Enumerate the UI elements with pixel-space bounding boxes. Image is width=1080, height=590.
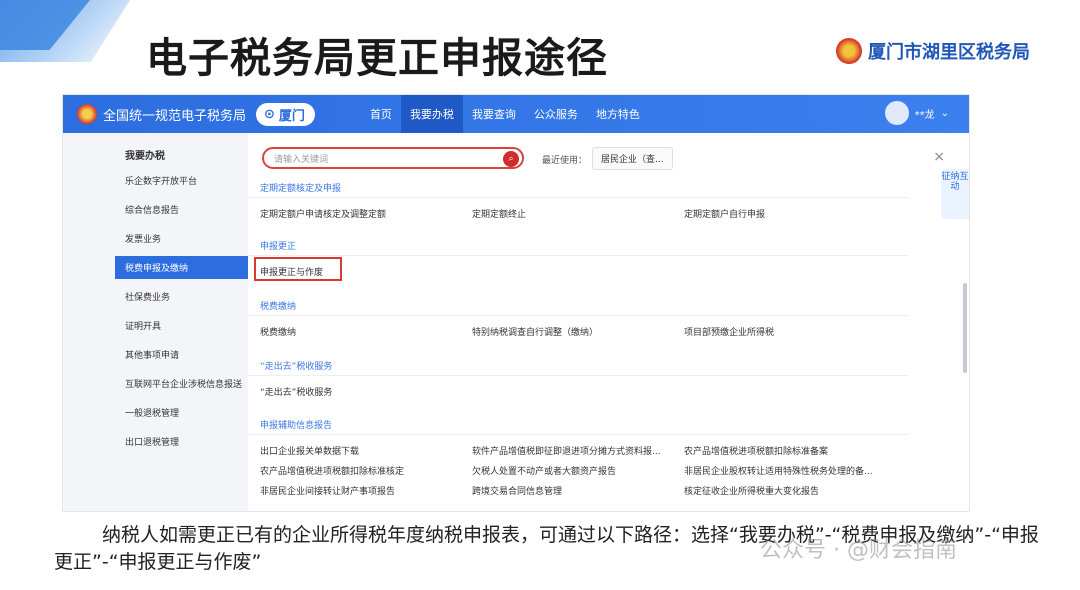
service-link[interactable]: 软件产品增值税即征即退进项分摊方式资料报... [472,444,661,457]
divider [248,197,908,198]
section-header: 税费缴纳 [260,302,297,312]
service-panel: 请输入关键词 ⌕ 最近使用： 居民企业（查... × 征纳互动 定期定额核定及申… [248,133,969,511]
sidebar-item-declare-pay[interactable]: 税费申报及缴纳 [115,256,248,279]
nav-public-service[interactable]: 公众服务 [525,95,587,133]
section-header: 申报更正 [260,242,297,252]
avatar [884,101,909,125]
sidebar-item-invoice[interactable]: 发票业务 [115,227,248,250]
service-link[interactable]: 农产品增值税进项税额扣除标准备案 [684,444,828,457]
divider [248,375,908,376]
chevron-down-icon: ⌄ [940,107,949,119]
watermark: 公众号 · @财会指南 [760,538,957,563]
service-link[interactable]: “走出去”税收服务 [260,385,332,398]
close-icon[interactable]: × [933,149,945,165]
service-link[interactable]: 特别纳税调查自行调整（缴纳） [472,325,598,338]
portal-header: 全国统一规范电子税务局 ⊙ 厦门 首页 我要办税 我要查询 公众服务 地方特色 … [63,95,969,133]
service-link[interactable]: 定期定额户申请核定及调整定额 [260,207,386,220]
service-link[interactable]: 非居民企业股权转让适用特殊性税务处理的备... [684,464,873,477]
recent-label: 最近使用： [542,156,588,166]
service-link[interactable]: 出口企业报关单数据下载 [260,444,359,457]
service-link[interactable]: 欠税人处置不动产或者大额资产报告 [472,464,616,477]
main-nav: 首页 我要办税 我要查询 公众服务 地方特色 [361,95,649,133]
user-menu[interactable]: **龙 ⌄ [884,101,949,125]
portal-logo[interactable]: 全国统一规范电子税务局 [77,104,246,124]
divider [248,434,908,435]
service-link[interactable]: 税费缴纳 [260,325,296,338]
sidebar-item-platform[interactable]: 互联网平台企业涉税信息报送 [115,372,248,395]
tax-emblem-icon [77,104,97,124]
sidebar-item-lejie[interactable]: 乐企数字开放平台 [115,169,248,192]
service-link[interactable]: 核定征收企业所得税重大变化报告 [684,484,819,497]
search-placeholder: 请输入关键词 [274,154,329,165]
city-selector[interactable]: ⊙ 厦门 [256,102,315,126]
city-label: 厦门 [278,108,305,124]
scrollbar[interactable] [963,283,967,373]
location-pin-icon: ⊙ [264,106,275,122]
portal-name: 全国统一规范电子税务局 [103,108,247,124]
service-link[interactable]: 定期定额终止 [472,207,526,220]
nav-home[interactable]: 首页 [361,95,401,133]
section-header: 定期定额核定及申报 [260,184,342,194]
service-link[interactable]: 项目部预缴企业所得税 [684,325,774,338]
search-input[interactable]: 请输入关键词 ⌕ [262,147,524,169]
sidebar-header: 我要办税 [125,151,165,162]
service-link[interactable]: 跨境交易合同信息管理 [472,484,562,497]
user-name: **龙 [914,109,935,121]
sidebar-item-certificate[interactable]: 证明开具 [115,314,248,337]
nav-do-tax[interactable]: 我要办税 [400,95,463,133]
sidebar-item-report[interactable]: 综合信息报告 [115,198,248,221]
divider [248,255,908,256]
nav-query[interactable]: 我要查询 [463,95,525,133]
sidebar: 我要办税 乐企数字开放平台 综合信息报告 发票业务 税费申报及缴纳 社保费业务 … [63,133,248,511]
section-header: “走出去”税收服务 [260,362,333,372]
brand-label: 厦门市湖里区税务局 [868,42,1030,63]
brand: 厦门市湖里区税务局 [836,38,1030,64]
service-link[interactable]: 农产品增值税进项税额扣除标准核定 [260,464,404,477]
slide-title: 电子税务局更正申报途径 [146,34,608,82]
nav-local-feature[interactable]: 地方特色 [587,95,649,133]
sidebar-item-refund[interactable]: 一般退税管理 [115,401,248,424]
service-link[interactable]: 定期定额户自行申报 [684,207,765,220]
portal-screenshot: 全国统一规范电子税务局 ⊙ 厦门 首页 我要办税 我要查询 公众服务 地方特色 … [62,94,970,512]
sidebar-item-other[interactable]: 其他事项申请 [115,343,248,366]
mascot-badge[interactable]: 征纳互动 [941,169,969,219]
sidebar-item-social[interactable]: 社保费业务 [115,285,248,308]
recent-item[interactable]: 居民企业（查... [592,147,673,170]
highlight-box [254,257,342,281]
service-link[interactable]: 非居民企业间接转让财产事项报告 [260,484,395,497]
search-icon[interactable]: ⌕ [503,151,519,167]
section-header: 申报辅助信息报告 [260,421,333,431]
divider [248,315,908,316]
tax-emblem-icon [836,38,862,64]
sidebar-item-export-refund[interactable]: 出口退税管理 [115,430,248,453]
